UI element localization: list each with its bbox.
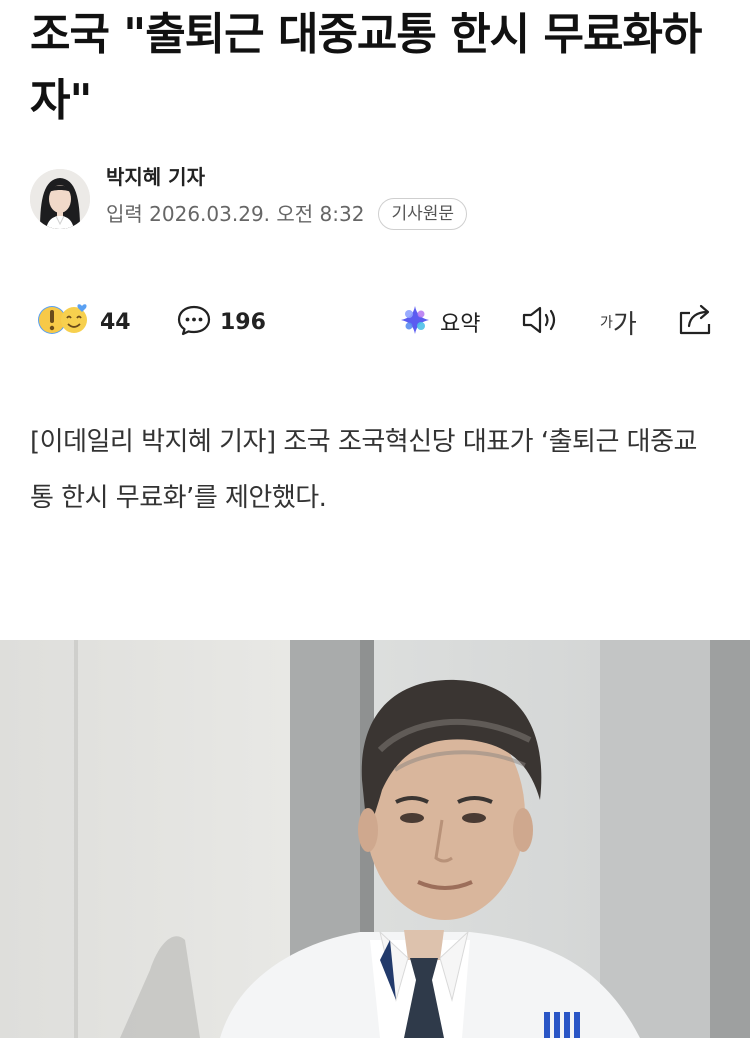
original-article-button[interactable]: 기사원문 [378,198,468,230]
speaker-icon [520,302,560,342]
comment-count: 196 [220,309,266,335]
reporter-avatar[interactable] [30,169,90,229]
meta-row: 입력 2026.03.29. 오전 8:32 기사원문 [106,198,468,230]
audio-read-button[interactable] [520,296,560,348]
article-headline: 조국 "출퇴근 대중교통 한시 무료화하자" [30,9,702,126]
reporter-name[interactable]: 박지혜 기자 [106,164,467,190]
font-size-button[interactable]: 가 가 [600,296,637,348]
reporter-avatar-image [30,169,90,229]
summary-label: 요약 [440,312,481,337]
article-photo[interactable] [0,640,750,1038]
article-action-bar: 44 196 요약 가 가 [30,296,720,348]
byline-text: 박지혜 기자 입력 2026.03.29. 오전 8:32 기사원문 [106,165,468,230]
font-size-large-label: 가 [612,309,637,340]
article-lead-paragraph: [이데일리 박지혜 기자] 조국 조국혁신당 대표가 ‘출퇴근 대중교통 한시 … [30,427,697,513]
article-page: 조국 "출퇴근 대중교통 한시 무료화하자" 박지혜 기자 입력 2026.03… [0,0,750,1038]
summary-button[interactable]: 요약 [398,296,480,348]
ai-summary-sparkle-icon [398,303,432,341]
share-icon [676,302,716,342]
reaction-button[interactable]: 44 [36,296,131,348]
share-button[interactable] [676,296,716,348]
font-size-small-label: 가 [600,315,613,331]
comment-button[interactable]: 196 [176,296,266,348]
emoji-reaction-icon [36,300,92,344]
byline: 박지혜 기자 입력 2026.03.29. 오전 8:32 기사원문 [30,165,468,230]
comment-bubble-icon [176,302,212,342]
published-date: 입력 2026.03.29. 오전 8:32 [106,202,365,226]
reaction-count: 44 [100,309,131,335]
article-photo-image [0,640,750,1038]
